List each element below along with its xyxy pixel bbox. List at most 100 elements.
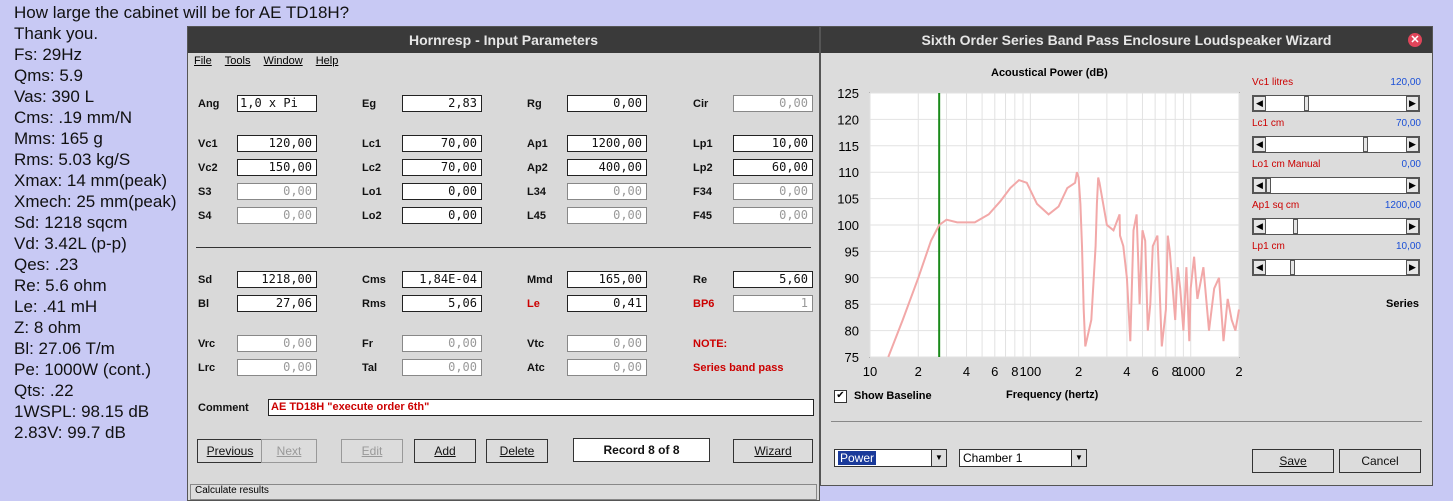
- param-label-f45: F45: [693, 210, 712, 222]
- param-field-eg[interactable]: 2,83: [402, 95, 482, 112]
- menu-tools[interactable]: Tools: [225, 55, 251, 67]
- param-field-le[interactable]: 0,41: [567, 295, 647, 312]
- param-label-rg: Rg: [527, 98, 542, 110]
- delete-button[interactable]: Delete: [486, 439, 548, 463]
- arrow-right-icon[interactable]: ▶: [1406, 178, 1419, 193]
- param-field-lo1[interactable]: 0,00: [402, 183, 482, 200]
- arrow-left-icon[interactable]: ◀: [1253, 219, 1266, 234]
- power-combo[interactable]: Power ▼: [834, 449, 947, 467]
- param-field-vc1[interactable]: 120,00: [237, 135, 317, 152]
- param-field-fr[interactable]: 0,00: [402, 335, 482, 352]
- slider-thumb[interactable]: [1290, 260, 1296, 275]
- arrow-left-icon[interactable]: ◀: [1253, 137, 1266, 152]
- param-label-eg: Eg: [362, 98, 377, 110]
- comment-label: Comment: [198, 402, 249, 414]
- slider-thumb[interactable]: [1293, 219, 1298, 234]
- param-field-s4[interactable]: 0,00: [237, 207, 317, 224]
- param-label-atc: Atc: [527, 362, 545, 374]
- param-label-bp6: BP6: [693, 298, 715, 310]
- param-label-le: Le: [527, 298, 540, 310]
- param-field-vc2[interactable]: 150,00: [237, 159, 317, 176]
- param-label-vtc: Vtc: [527, 338, 545, 350]
- param-field-ang[interactable]: 1,0 x Pi: [237, 95, 317, 112]
- param-label-tal: Tal: [362, 362, 378, 374]
- param-label-lo2: Lo2: [362, 210, 382, 222]
- comment-field[interactable]: AE TD18H "execute order 6th": [268, 399, 814, 416]
- show-baseline-checkbox[interactable]: ✔: [834, 390, 847, 403]
- param-field-lc1[interactable]: 70,00: [402, 135, 482, 152]
- menu-help[interactable]: Help: [316, 55, 339, 67]
- param-field-sd[interactable]: 1218,00: [237, 271, 317, 288]
- param-label-lc1: Lc1: [362, 138, 381, 150]
- power-combo-value: Power: [838, 451, 877, 465]
- slider-thumb[interactable]: [1266, 178, 1271, 193]
- wizard-window-title: Sixth Order Series Band Pass Enclosure L…: [821, 27, 1432, 53]
- param-field-lc2[interactable]: 70,00: [402, 159, 482, 176]
- param-field-bl[interactable]: 27,06: [237, 295, 317, 312]
- edit-button[interactable]: Edit: [341, 439, 403, 463]
- chamber-combo[interactable]: Chamber 1 ▼: [959, 449, 1087, 467]
- param-field-atc[interactable]: 0,00: [567, 359, 647, 376]
- param-field-s3[interactable]: 0,00: [237, 183, 317, 200]
- param-field-vrc[interactable]: 0,00: [237, 335, 317, 352]
- slider-value: 0,00: [1401, 159, 1421, 170]
- param-field-bp6[interactable]: 1: [733, 295, 813, 312]
- param-label-bl: Bl: [198, 298, 209, 310]
- next-button[interactable]: Next: [261, 439, 317, 463]
- param-field-rms[interactable]: 5,06: [402, 295, 482, 312]
- separator-line: [196, 247, 811, 248]
- param-label-vrc: Vrc: [198, 338, 216, 350]
- slider-label: Ap1 sq cm: [1252, 200, 1300, 211]
- chevron-down-icon[interactable]: ▼: [1071, 450, 1086, 466]
- param-field-lo2[interactable]: 0,00: [402, 207, 482, 224]
- param-field-lp2[interactable]: 60,00: [733, 159, 813, 176]
- param-field-ap2[interactable]: 400,00: [567, 159, 647, 176]
- param-field-f45[interactable]: 0,00: [733, 207, 813, 224]
- param-label-l34: L34: [527, 186, 546, 198]
- previous-button[interactable]: Previous: [197, 439, 263, 463]
- menu-window[interactable]: Window: [264, 55, 303, 67]
- arrow-left-icon[interactable]: ◀: [1253, 96, 1266, 111]
- arrow-right-icon[interactable]: ▶: [1406, 219, 1419, 234]
- param-field-vtc[interactable]: 0,00: [567, 335, 647, 352]
- param-field-rg[interactable]: 0,00: [567, 95, 647, 112]
- close-icon[interactable]: ✕: [1408, 33, 1422, 47]
- param-field-l45[interactable]: 0,00: [567, 207, 647, 224]
- param-field-ap1[interactable]: 1200,00: [567, 135, 647, 152]
- param-label-rms: Rms: [362, 298, 386, 310]
- param-field-cms[interactable]: 1,84E-04: [402, 271, 482, 288]
- menu-file[interactable]: File: [194, 55, 212, 67]
- param-field-mmd[interactable]: 165,00: [567, 271, 647, 288]
- arrow-right-icon[interactable]: ▶: [1406, 260, 1419, 275]
- arrow-left-icon[interactable]: ◀: [1253, 260, 1266, 275]
- param-label-f34: F34: [693, 186, 712, 198]
- param-label-sd: Sd: [198, 274, 213, 286]
- param-field-lp1[interactable]: 10,00: [733, 135, 813, 152]
- slider-thumb[interactable]: [1363, 137, 1369, 152]
- param-field-f34[interactable]: 0,00: [733, 183, 813, 200]
- param-field-tal[interactable]: 0,00: [402, 359, 482, 376]
- arrow-right-icon[interactable]: ▶: [1406, 137, 1419, 152]
- slider-track[interactable]: ◀ ▶: [1252, 95, 1420, 112]
- add-button[interactable]: Add: [414, 439, 476, 463]
- save-button[interactable]: Save: [1252, 449, 1334, 473]
- arrow-left-icon[interactable]: ◀: [1253, 178, 1266, 193]
- slider-track[interactable]: ◀ ▶: [1252, 218, 1420, 235]
- wizard-button[interactable]: Wizard: [733, 439, 813, 463]
- slider-track[interactable]: ◀ ▶: [1252, 259, 1420, 276]
- param-label-s4: S4: [198, 210, 212, 222]
- slider-thumb[interactable]: [1303, 96, 1309, 111]
- param-field-l34[interactable]: 0,00: [567, 183, 647, 200]
- chevron-down-icon[interactable]: ▼: [931, 450, 946, 466]
- param-label-cir: Cir: [693, 98, 709, 110]
- slider-track[interactable]: ◀ ▶: [1252, 136, 1420, 153]
- slider-value: 10,00: [1395, 241, 1421, 252]
- arrow-right-icon[interactable]: ▶: [1406, 96, 1419, 111]
- cancel-button[interactable]: Cancel: [1339, 449, 1421, 473]
- status-bar: Calculate results: [190, 484, 817, 500]
- param-field-re[interactable]: 5,60: [733, 271, 813, 288]
- param-field-cir[interactable]: 0,00: [733, 95, 813, 112]
- param-field-lrc[interactable]: 0,00: [237, 359, 317, 376]
- slider-track[interactable]: ◀ ▶: [1252, 177, 1420, 194]
- menu-bar: File Tools Window Help: [188, 55, 342, 75]
